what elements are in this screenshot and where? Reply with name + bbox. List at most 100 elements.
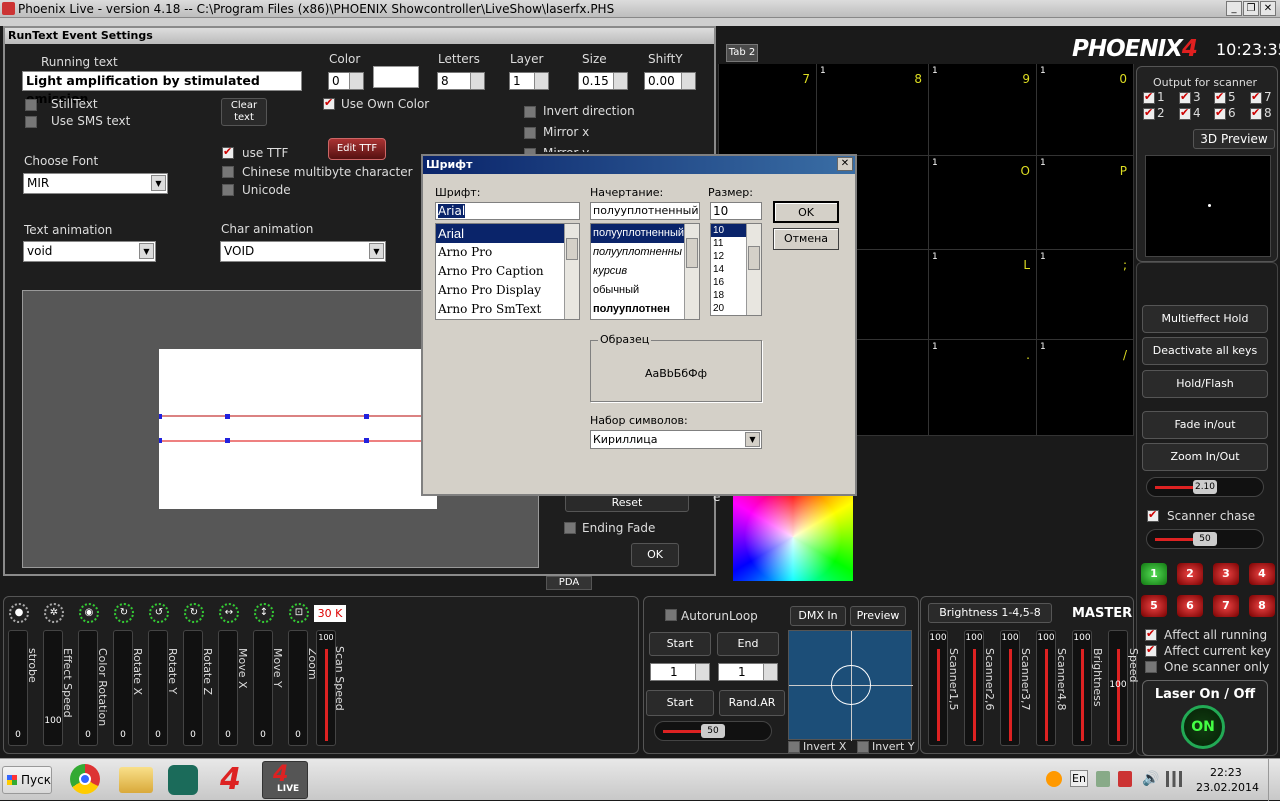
size-list-scrollbar[interactable] [746,224,761,315]
font-list-scrollbar[interactable] [564,224,579,319]
key-cell[interactable]: 10 [1037,64,1134,156]
language-indicator[interactable]: En [1070,770,1088,787]
chase-slider[interactable]: 50 [1146,529,1264,549]
list-item[interactable]: Arno Pro SmText [436,300,579,319]
start-spinner[interactable]: 1 [650,663,710,681]
xy-pad[interactable] [788,630,913,741]
move-x-icon[interactable]: ↔ [219,603,239,623]
key-button-5[interactable]: 5 [1141,595,1167,617]
rotate-x-icon[interactable]: ↻ [114,603,134,623]
show-desktop-button[interactable] [1268,759,1280,801]
charset-select[interactable]: Кириллица ▼ [590,430,762,449]
autorun-slider[interactable]: 50 [654,721,772,741]
phoenix-icon[interactable]: 4 [220,764,254,796]
running-text-input[interactable]: Light amplification by stimulated emissi… [22,71,302,106]
effect-slider[interactable] [8,630,28,746]
key-button-2[interactable]: 2 [1177,563,1203,585]
text-animation-select[interactable]: void ▼ [23,241,156,262]
key-cell[interactable]: 1O [929,156,1037,250]
strobe-icon[interactable]: ● [9,603,29,623]
color-swatch[interactable] [373,66,419,88]
use-own-color-checkbox[interactable] [323,96,335,110]
ending-fade-checkbox[interactable] [564,522,576,534]
start-autorun-button[interactable]: Start Autorun [646,690,714,733]
sms-checkbox[interactable] [25,116,37,128]
scanner-checkbox-1[interactable] [1143,90,1155,104]
scanner-checkbox-5[interactable] [1214,90,1226,104]
scanner-chase-checkbox[interactable] [1147,508,1159,522]
scanner-checkbox-8[interactable] [1250,106,1262,120]
key-button-7[interactable]: 7 [1213,595,1239,617]
unicode-checkbox[interactable] [222,184,234,196]
key-cell[interactable]: 7 [719,64,817,156]
rand-ar-button[interactable]: Rand.AR [719,690,785,716]
style-list[interactable]: полууплотненный полууплотненны курсив обычн… [590,223,700,320]
key-button-3[interactable]: 3 [1213,563,1239,585]
key-cell[interactable]: 1P [1037,156,1134,250]
explorer-icon[interactable] [119,767,153,793]
list-item[interactable]: полууплотнен [591,300,699,319]
master-fader[interactable] [928,630,948,746]
font-dialog-close-button[interactable]: ✕ [837,157,853,171]
size-input[interactable]: 10 [710,202,762,220]
minimize-button[interactable]: _ [1226,1,1242,16]
maximize-button[interactable]: ❐ [1243,1,1259,16]
tray-device-icon[interactable] [1118,771,1132,787]
shifty-spinner[interactable]: 0.00 [644,72,696,90]
scanner-checkbox-3[interactable] [1179,90,1191,104]
font-name-input[interactable]: Arial [435,202,580,220]
phoenix-live-icon[interactable]: 4 LIVE [262,761,308,799]
tray-app-icon[interactable] [1046,771,1062,787]
list-item[interactable]: Arial [436,224,579,243]
runtext-ok-button[interactable]: OK [631,543,679,567]
taskbar-time[interactable]: 22:23 [1210,766,1242,779]
network-icon[interactable] [1166,771,1182,787]
edit-ttf-button[interactable]: Edit TTF [328,138,386,160]
chinese-checkbox[interactable] [222,166,234,178]
fade-slider[interactable]: 2.10 [1146,477,1264,497]
size-list[interactable]: 10 11 12 14 16 18 20 [710,223,762,316]
effect-slider[interactable] [253,630,273,746]
multieffect-hold-button[interactable]: Multieffect Hold [1142,305,1268,333]
start-button[interactable]: Start [649,632,711,656]
invert-x-checkbox[interactable] [788,741,800,753]
master-fader[interactable] [1036,630,1056,746]
key-button-8[interactable]: 8 [1249,595,1275,617]
invert-y-checkbox[interactable] [857,741,869,753]
key-cell[interactable]: 18 [817,64,929,156]
clear-text-button[interactable]: Clear text [221,98,267,126]
close-button[interactable]: ✕ [1260,1,1276,16]
app-green-icon[interactable] [168,765,198,795]
deactivate-all-keys-button[interactable]: Deactivate all keys [1142,337,1268,365]
font-ok-button[interactable]: OK [773,201,839,223]
use-ttf-checkbox[interactable] [222,145,234,159]
volume-icon[interactable]: 🔊 [1142,771,1159,787]
list-item[interactable]: Arno Pro Display [436,281,579,300]
taskbar-date[interactable]: 23.02.2014 [1196,781,1259,794]
scanner-checkbox-2[interactable] [1143,106,1155,120]
scanner-checkbox-7[interactable] [1250,90,1262,104]
3d-preview-button[interactable]: 3D Preview [1193,129,1275,149]
char-animation-select[interactable]: VOID ▼ [220,241,386,262]
style-input[interactable]: полууплотненный [590,202,700,220]
move-y-icon[interactable]: ↕ [254,603,274,623]
effect-slider[interactable] [148,630,168,746]
hold-flash-button[interactable]: Hold/Flash [1142,370,1268,398]
key-cell[interactable]: 19 [929,64,1037,156]
effect-slider[interactable] [183,630,203,746]
key-cell[interactable]: 1L [929,250,1037,340]
laser-on-button[interactable]: ON [1181,705,1225,749]
color-spinner[interactable]: 0 [328,72,364,90]
list-item[interactable]: Arno Pro Caption [436,262,579,281]
zoom-in-out-button[interactable]: Zoom In/Out [1142,443,1268,471]
list-item[interactable]: курсив [591,262,699,281]
affect-current-checkbox[interactable] [1145,643,1157,657]
key-cell[interactable]: 1. [929,340,1037,436]
mirror-x-checkbox[interactable] [524,127,536,139]
effect-speed-icon[interactable]: ✲ [44,603,64,623]
effect-slider[interactable] [113,630,133,746]
autorunloop-checkbox[interactable] [665,609,677,621]
stilltext-checkbox[interactable] [25,99,37,111]
dmx-in-button[interactable]: DMX In [790,606,846,626]
affect-all-checkbox[interactable] [1145,627,1157,641]
